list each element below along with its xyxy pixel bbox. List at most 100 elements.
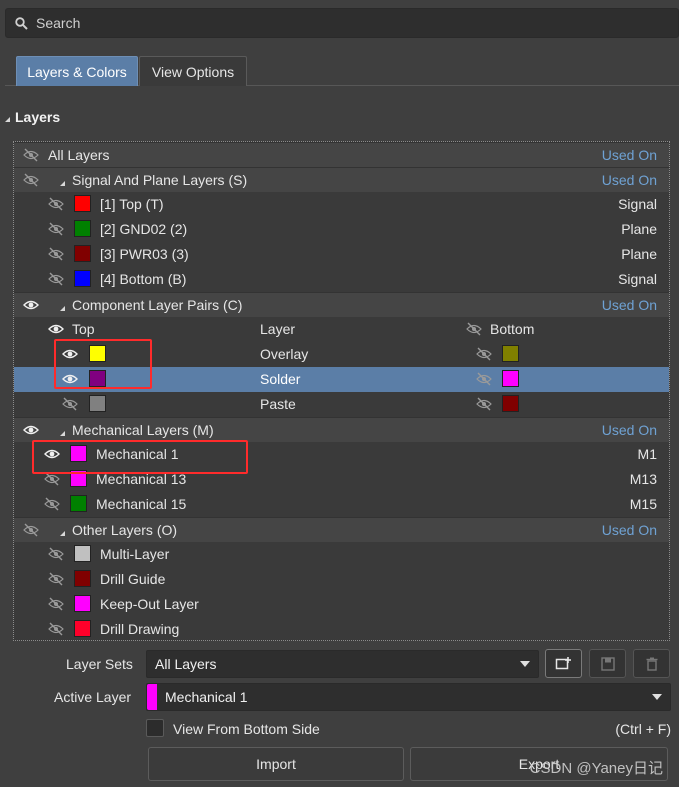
eye-hidden-icon[interactable] xyxy=(48,547,64,561)
layer-name: [2] GND02 (2) xyxy=(100,221,188,237)
layer-sets-label: Layer Sets xyxy=(66,656,133,672)
tab-view-options[interactable]: View Options xyxy=(139,56,247,86)
layer-row-mechanical-1[interactable]: Mechanical 1 M1 xyxy=(14,442,669,467)
eye-hidden-icon[interactable] xyxy=(476,397,492,411)
group-label: Signal And Plane Layers (S) xyxy=(72,172,248,188)
layers-panel: All Layers Used On Signal And Plane Laye… xyxy=(13,141,670,641)
import-button[interactable]: Import xyxy=(148,747,404,781)
group-row-mechanical[interactable]: Mechanical Layers (M) Used On xyxy=(14,417,669,442)
color-swatch[interactable] xyxy=(74,595,91,612)
eye-visible-icon[interactable] xyxy=(23,298,39,312)
eye-hidden-icon[interactable] xyxy=(48,222,64,236)
search-icon xyxy=(15,16,28,30)
column-header-layer: Layer xyxy=(260,321,296,337)
top-color-swatch[interactable] xyxy=(89,370,106,387)
layer-name: Solder xyxy=(260,371,301,387)
eye-hidden-icon[interactable] xyxy=(44,497,60,511)
section-title: Layers xyxy=(15,109,61,125)
layer-row-keep-out[interactable]: Keep-Out Layer xyxy=(14,592,669,617)
eye-visible-icon[interactable] xyxy=(23,423,39,437)
eye-hidden-icon[interactable] xyxy=(48,272,64,286)
bottom-color-swatch[interactable] xyxy=(502,370,519,387)
group-row-all-layers[interactable]: All Layers Used On xyxy=(14,142,669,167)
chevron-down-icon xyxy=(652,694,662,700)
group-row-component-pairs[interactable]: Component Layer Pairs (C) Used On xyxy=(14,292,669,317)
group-label: Other Layers (O) xyxy=(72,522,178,538)
color-swatch[interactable] xyxy=(70,445,87,462)
eye-visible-icon[interactable] xyxy=(48,322,64,336)
eye-hidden-icon[interactable] xyxy=(23,148,39,162)
group-row-other[interactable]: Other Layers (O) Used On xyxy=(14,517,669,542)
trash-icon xyxy=(646,657,658,671)
layer-row-mechanical-13[interactable]: Mechanical 13 M13 xyxy=(14,467,669,492)
group-row-signal-plane[interactable]: Signal And Plane Layers (S) Used On xyxy=(14,167,669,192)
collapse-triangle-icon xyxy=(5,112,10,122)
layer-name: [3] PWR03 (3) xyxy=(100,246,189,262)
bottom-color-swatch[interactable] xyxy=(502,345,519,362)
layer-row-pwr03[interactable]: [3] PWR03 (3) Plane xyxy=(14,242,669,267)
search-box[interactable]: Search xyxy=(5,8,679,38)
color-swatch[interactable] xyxy=(74,545,91,562)
layer-type: Signal xyxy=(618,196,657,212)
color-swatch[interactable] xyxy=(70,495,87,512)
component-row-overlay[interactable]: Overlay xyxy=(14,342,669,367)
layer-sets-dropdown[interactable]: All Layers xyxy=(146,650,539,678)
eye-hidden-icon[interactable] xyxy=(48,572,64,586)
tab-layers-colors[interactable]: Layers & Colors xyxy=(16,56,138,86)
component-row-solder[interactable]: Solder xyxy=(14,367,669,392)
layer-row-mechanical-15[interactable]: Mechanical 15 M15 xyxy=(14,492,669,517)
color-swatch[interactable] xyxy=(74,570,91,587)
eye-hidden-icon[interactable] xyxy=(48,622,64,636)
layer-row-drill-drawing[interactable]: Drill Drawing xyxy=(14,617,669,642)
eye-hidden-icon[interactable] xyxy=(48,247,64,261)
eye-hidden-icon[interactable] xyxy=(23,523,39,537)
eye-hidden-icon[interactable] xyxy=(476,347,492,361)
color-swatch[interactable] xyxy=(70,470,87,487)
view-from-bottom-checkbox[interactable] xyxy=(146,719,164,737)
save-icon xyxy=(600,656,615,671)
layer-row-bottom[interactable]: [4] Bottom (B) Signal xyxy=(14,267,669,292)
color-swatch[interactable] xyxy=(74,620,91,637)
eye-hidden-icon[interactable] xyxy=(466,322,482,336)
group-label: Component Layer Pairs (C) xyxy=(72,297,243,313)
layer-name: Keep-Out Layer xyxy=(100,596,199,612)
save-layer-set-button[interactable] xyxy=(589,649,626,678)
eye-visible-icon[interactable] xyxy=(62,347,78,361)
eye-visible-icon[interactable] xyxy=(44,447,60,461)
bottom-color-swatch[interactable] xyxy=(502,395,519,412)
eye-hidden-icon[interactable] xyxy=(476,372,492,386)
active-layer-dropdown[interactable]: Mechanical 1 xyxy=(146,683,671,711)
delete-layer-set-button[interactable] xyxy=(633,649,670,678)
eye-hidden-icon[interactable] xyxy=(44,472,60,486)
eye-hidden-icon[interactable] xyxy=(23,173,39,187)
eye-hidden-icon[interactable] xyxy=(48,197,64,211)
eye-visible-icon[interactable] xyxy=(62,372,78,386)
add-layer-set-button[interactable] xyxy=(545,649,582,678)
layer-name: [1] Top (T) xyxy=(100,196,164,212)
layer-type: Signal xyxy=(618,271,657,287)
eye-hidden-icon[interactable] xyxy=(62,397,78,411)
color-swatch[interactable] xyxy=(74,245,91,262)
collapse-triangle-icon[interactable] xyxy=(60,426,65,436)
top-color-swatch[interactable] xyxy=(89,395,106,412)
layer-row-drill-guide[interactable]: Drill Guide xyxy=(14,567,669,592)
layer-row-top[interactable]: [1] Top (T) Signal xyxy=(14,192,669,217)
used-on-header: Used On xyxy=(601,297,657,313)
color-swatch[interactable] xyxy=(74,220,91,237)
collapse-triangle-icon[interactable] xyxy=(60,526,65,536)
component-row-paste[interactable]: Paste xyxy=(14,392,669,417)
layer-name: Mechanical 1 xyxy=(96,446,179,462)
layers-section-header[interactable]: Layers xyxy=(5,106,60,128)
color-swatch[interactable] xyxy=(74,270,91,287)
chevron-down-icon xyxy=(520,661,530,667)
color-swatch[interactable] xyxy=(74,195,91,212)
eye-hidden-icon[interactable] xyxy=(48,597,64,611)
watermark: CSDN @Yaney日记 xyxy=(529,760,663,777)
layer-row-gnd02[interactable]: [2] GND02 (2) Plane xyxy=(14,217,669,242)
layer-name: Paste xyxy=(260,396,296,412)
collapse-triangle-icon[interactable] xyxy=(60,301,65,311)
top-color-swatch[interactable] xyxy=(89,345,106,362)
search-input[interactable]: Search xyxy=(36,15,80,31)
collapse-triangle-icon[interactable] xyxy=(60,176,65,186)
layer-row-multi-layer[interactable]: Multi-Layer xyxy=(14,542,669,567)
